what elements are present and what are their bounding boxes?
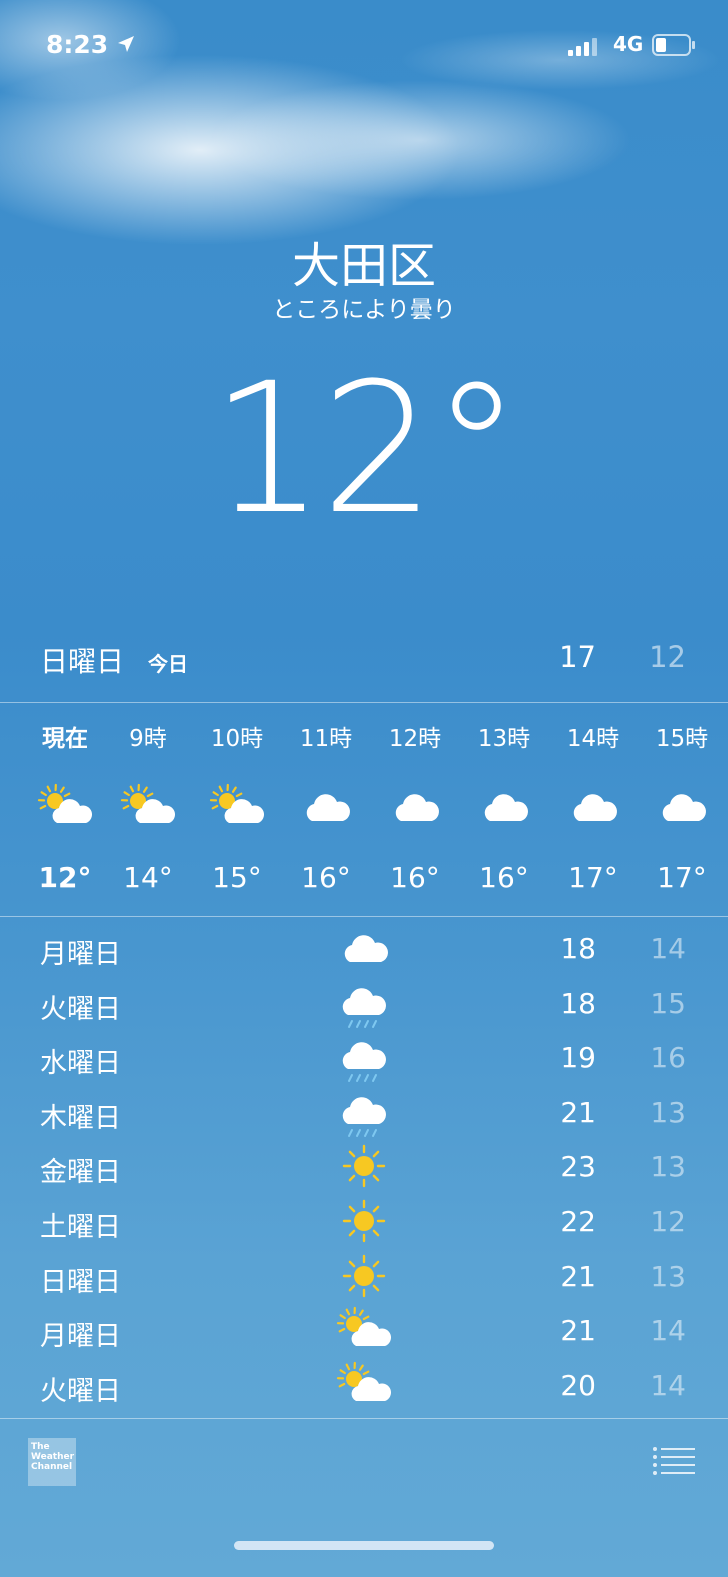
- cloud-icon: [459, 781, 549, 831]
- hour-label: 13時: [477, 726, 531, 752]
- hour-column: 15時 17°: [637, 705, 727, 894]
- today-summary: 日曜日 今日 17 12: [0, 640, 728, 682]
- location-arrow-icon: [118, 36, 134, 52]
- partly-cloudy-icon: [192, 781, 282, 831]
- rain-icon: [336, 977, 392, 1029]
- day-low: 13: [650, 1259, 686, 1293]
- day-low: 13: [650, 1095, 686, 1129]
- hour-temperature: 15°: [212, 861, 262, 894]
- network-type: 4G: [613, 32, 644, 56]
- status-time: 8:23: [46, 30, 109, 59]
- daily-row: 日曜日 21 13: [0, 1250, 728, 1304]
- sun-icon: [336, 1250, 392, 1302]
- city-name: 大田区: [291, 238, 436, 294]
- city-list-icon[interactable]: [653, 1446, 695, 1476]
- day-high: 23: [560, 1150, 596, 1184]
- day-high: 18: [560, 986, 596, 1020]
- divider: [0, 1418, 728, 1419]
- today-low: 12: [649, 640, 686, 674]
- hour-label: 10時: [210, 726, 264, 752]
- cloud-icon: [548, 781, 638, 831]
- day-high: 20: [560, 1368, 596, 1402]
- daily-row: 木曜日 21 13: [0, 1086, 728, 1140]
- cloud-icon: [637, 781, 727, 831]
- day-name: 月曜日: [40, 1321, 121, 1353]
- hour-temperature: 17°: [568, 861, 618, 894]
- day-name: 火曜日: [40, 1375, 121, 1407]
- today-tag: 今日: [148, 652, 188, 676]
- hour-label: 15時: [655, 726, 709, 752]
- day-name: 土曜日: [40, 1212, 121, 1243]
- hour-column: 14時 17°: [548, 705, 638, 894]
- daily-row: 金曜日 23 13: [0, 1140, 728, 1194]
- day-low: 16: [650, 1041, 686, 1075]
- hour-label: 現在: [42, 726, 88, 752]
- rain-icon: [336, 1086, 392, 1138]
- hour-label: 9時: [129, 726, 167, 752]
- partly-cloudy-icon: [20, 781, 110, 831]
- daily-row: 土曜日 22 12: [0, 1195, 728, 1249]
- status-bar: 8:23 4G: [0, 30, 728, 64]
- daily-row: 水曜日 19 16: [0, 1031, 728, 1085]
- sun-icon: [336, 1140, 392, 1192]
- day-high: 21: [560, 1259, 596, 1293]
- weather-condition: ところにより曇り: [272, 297, 456, 323]
- day-low: 12: [650, 1205, 686, 1238]
- day-name: 金曜日: [40, 1157, 121, 1189]
- weather-channel-logo[interactable]: The Weather Channel: [28, 1438, 76, 1486]
- rain-icon: [336, 1031, 392, 1083]
- hour-temperature: 16°: [301, 861, 351, 894]
- day-name: 月曜日: [40, 939, 121, 970]
- hour-label: 12時: [388, 726, 442, 752]
- daily-row: 火曜日 18 15: [0, 977, 728, 1031]
- hour-label: 11時: [299, 726, 353, 752]
- day-low: 13: [650, 1150, 686, 1184]
- cloud-icon: [336, 922, 392, 974]
- day-name: 日曜日: [40, 1266, 121, 1298]
- battery-icon: [652, 34, 695, 56]
- divider: [0, 916, 728, 917]
- hour-temperature: 14°: [123, 861, 173, 894]
- hour-temperature: 16°: [479, 861, 529, 894]
- hour-label: 14時: [566, 726, 620, 752]
- hour-column: 現在 12°: [20, 705, 110, 894]
- hour-column: 10時 15°: [192, 705, 282, 894]
- cloud-icon: [370, 781, 460, 831]
- hour-column: 13時 16°: [459, 705, 549, 894]
- today-day: 日曜日: [40, 645, 125, 678]
- hour-column: 12時 16°: [370, 705, 460, 894]
- day-high: 18: [560, 932, 596, 965]
- hour-column: 9時 14°: [103, 705, 193, 894]
- hour-temperature: 16°: [390, 861, 440, 894]
- day-high: 19: [560, 1041, 596, 1075]
- daily-row: 火曜日 20 14: [0, 1359, 728, 1413]
- hourly-forecast[interactable]: 現在 12° 9時 14° 10時 15° 11時 16° 12時 16° 13時 16° 14時 17°…: [0, 705, 728, 915]
- signal-bars-icon: [568, 38, 597, 56]
- hour-temperature: 12°: [38, 861, 92, 894]
- divider: [0, 702, 728, 703]
- hour-column: 11時 16°: [281, 705, 371, 894]
- today-high: 17: [559, 640, 596, 674]
- day-high: 22: [560, 1205, 596, 1238]
- partly-cloudy-icon: [336, 1304, 392, 1356]
- day-name: 木曜日: [40, 1102, 121, 1134]
- cloud-icon: [281, 781, 371, 831]
- partly-cloudy-icon: [336, 1359, 392, 1411]
- day-high: 21: [560, 1314, 596, 1348]
- day-high: 21: [560, 1095, 596, 1129]
- partly-cloudy-icon: [103, 781, 193, 831]
- current-temperature: 12°: [210, 345, 521, 554]
- day-name: 水曜日: [40, 1048, 121, 1080]
- day-low: 14: [650, 932, 686, 965]
- home-indicator[interactable]: [234, 1541, 494, 1550]
- hour-temperature: 17°: [657, 861, 707, 894]
- daily-row: 月曜日 21 14: [0, 1304, 728, 1358]
- day-low: 14: [650, 1314, 686, 1348]
- sun-icon: [336, 1195, 392, 1247]
- day-low: 14: [650, 1368, 686, 1402]
- daily-row: 月曜日 18 14: [0, 922, 728, 976]
- day-low: 15: [650, 986, 686, 1020]
- footer: The Weather Channel: [0, 1420, 728, 1577]
- day-name: 火曜日: [40, 993, 121, 1025]
